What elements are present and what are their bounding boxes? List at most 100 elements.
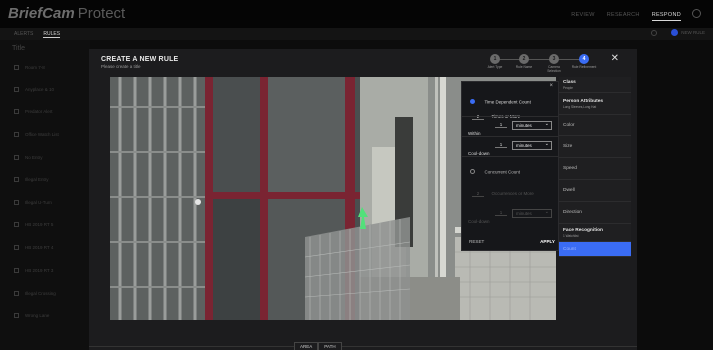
top-bar: BriefCam Protect REVIEW RESEARCH RESPOND: [0, 0, 713, 28]
step-label: Alert Type: [487, 65, 503, 69]
list-item[interactable]: Predator Alert: [14, 109, 53, 114]
create-rule-modal: CREATE A NEW RULE Please create a title …: [89, 49, 637, 350]
property-value: People: [563, 85, 573, 90]
top-nav: REVIEW RESEARCH RESPOND: [571, 12, 681, 21]
cooldown-unit-select[interactable]: minutes ⌄: [512, 209, 552, 218]
property-value: 1 Watchlist: [563, 233, 579, 238]
property-name: Face Recognition: [563, 227, 603, 233]
new-rule-label: NEW RULE: [681, 30, 705, 35]
option-label: Time Dependent Count: [484, 99, 531, 105]
tab-rules[interactable]: RULES: [43, 31, 61, 38]
step-number: 3: [549, 54, 559, 64]
tab-alerts[interactable]: ALERTS: [14, 31, 33, 38]
step-rule-name[interactable]: 2 Rule Name: [511, 54, 537, 70]
nav-research[interactable]: RESEARCH: [607, 12, 640, 21]
concurrent-count-option[interactable]: Concurrent Count: [470, 163, 568, 181]
step-rule-refinement[interactable]: 4 Rule Refinement: [571, 54, 597, 70]
property-person-attributes[interactable]: Person Attributes Long Sleeves,Long Hat: [559, 93, 631, 115]
select-value: minutes: [516, 143, 532, 148]
within-input[interactable]: 1: [495, 122, 507, 128]
modal-subtitle: Please create a title: [101, 64, 141, 69]
step-number: 4: [579, 54, 589, 64]
property-class[interactable]: Class People: [559, 77, 631, 93]
cooldown-unit-select[interactable]: minutes ⌄: [512, 141, 552, 150]
wizard-steps: 1 Alert Type 2 Rule Name 3 Camera Select…: [487, 54, 597, 76]
occurrences-input[interactable]: 2: [472, 191, 484, 197]
product-name: Protect: [77, 5, 126, 22]
property-value: Long Sleeves,Long Hat: [563, 104, 597, 109]
close-icon[interactable]: ×: [549, 83, 553, 89]
list-item[interactable]: Wrong Lane: [14, 313, 49, 318]
nav-respond[interactable]: RESPOND: [651, 12, 681, 21]
property-face-recognition[interactable]: Face Recognition 1 Watchlist: [559, 224, 631, 242]
times-input[interactable]: 2: [472, 114, 484, 120]
property-name: Dwell: [563, 188, 575, 193]
radio-off-icon[interactable]: [470, 169, 475, 175]
count-settings-popover: × Time Dependent Count 2 Times or More W…: [461, 81, 560, 251]
sub-bar: ALERTS RULES NEW RULE: [0, 28, 713, 40]
cooldown-label: Cool-down: [468, 219, 490, 224]
within-unit-select[interactable]: minutes ⌄: [512, 121, 552, 130]
step-label: Rule Name: [515, 65, 533, 69]
property-name: Direction: [563, 210, 582, 215]
property-direction[interactable]: Direction: [559, 202, 631, 224]
list-item[interactable]: Illegal Entry: [14, 177, 49, 182]
new-rule-button[interactable]: NEW RULE: [671, 29, 705, 36]
property-count[interactable]: Count: [559, 242, 631, 257]
property-speed[interactable]: Speed: [559, 158, 631, 180]
property-color[interactable]: Color: [559, 115, 631, 136]
select-value: minutes: [516, 123, 532, 128]
within-row: Within 1 minutes ⌄: [468, 121, 566, 136]
nav-review[interactable]: REVIEW: [571, 12, 595, 21]
option-label: Concurrent Count: [484, 169, 520, 175]
property-size[interactable]: Size: [559, 136, 631, 158]
cooldown-input[interactable]: 1: [495, 210, 507, 216]
divider: [462, 136, 560, 137]
divider: [462, 156, 560, 157]
list-item[interactable]: HB 2019 RT 5: [14, 222, 53, 227]
list-item[interactable]: Illegal U-Turn: [14, 200, 52, 205]
popover-footer: RESET APPLY: [462, 236, 560, 250]
gear-icon[interactable]: [692, 9, 701, 18]
list-item[interactable]: Illegal Crossing: [14, 291, 56, 296]
list-item[interactable]: Office Watch List: [14, 132, 59, 137]
apply-button[interactable]: APPLY: [540, 239, 555, 244]
step-label: Rule Refinement: [571, 65, 597, 69]
occurrences-label: Occurrences or More: [491, 191, 534, 196]
divider: [89, 346, 637, 347]
property-name: Size: [563, 144, 573, 149]
step-alert-type[interactable]: 1 Alert Type: [482, 54, 508, 70]
chevron-down-icon: ⌄: [544, 121, 549, 127]
search-icon[interactable]: [651, 30, 657, 36]
chevron-down-icon: ⌄: [544, 141, 549, 147]
property-dwell[interactable]: Dwell: [559, 180, 631, 202]
tab-area[interactable]: AREA: [294, 342, 319, 350]
list-item[interactable]: Room 7-8: [14, 65, 45, 70]
property-name: Class: [563, 79, 576, 85]
select-value: minutes: [516, 211, 532, 216]
property-name: Count: [563, 246, 576, 252]
list-item[interactable]: Anyplace & 10: [14, 87, 54, 92]
rules-sidebar: Title Room 7-8 Anyplace & 10 Predator Al…: [0, 40, 90, 350]
cooldown-row: Cool-down 1 minutes ⌄: [468, 141, 566, 156]
plus-icon: [671, 29, 679, 36]
occurrences-row: 2 Occurrences or More: [472, 182, 570, 200]
cooldown-input[interactable]: 1: [495, 142, 507, 148]
cooldown2-row: Cool-down 1 minutes ⌄: [468, 209, 566, 224]
divider: [462, 116, 560, 117]
reset-button[interactable]: RESET: [469, 239, 484, 244]
property-name: Speed: [563, 166, 577, 171]
modal-title: CREATE A NEW RULE: [101, 56, 179, 63]
radio-on-icon[interactable]: [470, 99, 475, 105]
list-item[interactable]: HB 2019 RT 3: [14, 268, 53, 273]
list-item[interactable]: No Entry: [14, 155, 43, 160]
brand-logo: BriefCam Protect: [8, 5, 125, 22]
list-item[interactable]: HB 2019 RT 4: [14, 245, 53, 250]
tab-path[interactable]: PATH: [318, 342, 342, 350]
step-label: Camera Selection: [547, 65, 561, 73]
sidebar-title: Title: [12, 45, 25, 52]
property-name: Person Attributes: [563, 98, 604, 104]
step-camera-selection[interactable]: 3 Camera Selection: [541, 54, 567, 73]
close-icon[interactable]: ✕: [611, 54, 619, 64]
property-name: Color: [563, 122, 575, 128]
